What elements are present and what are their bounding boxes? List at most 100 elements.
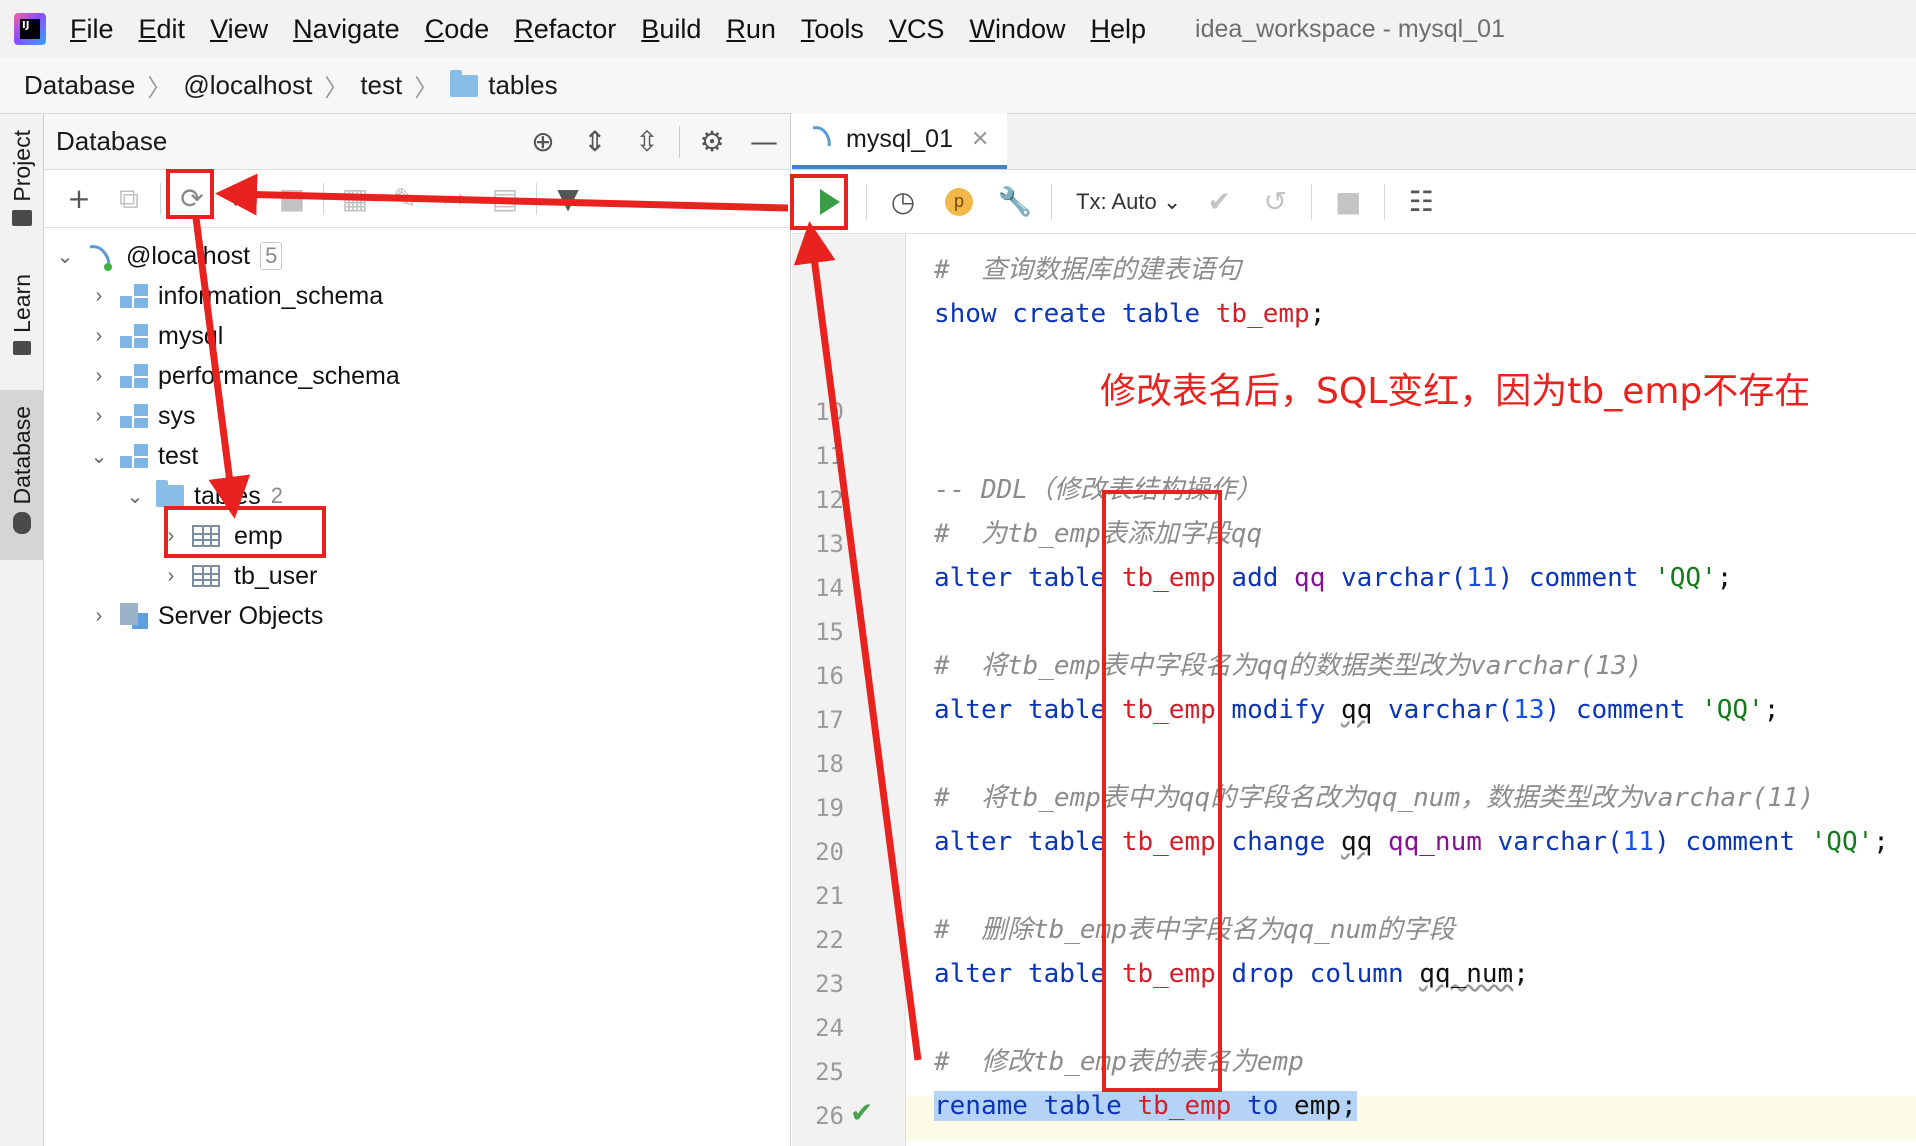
line-number: 12 (815, 486, 844, 514)
tab-database[interactable]: Database (0, 390, 44, 560)
run-button[interactable] (802, 178, 858, 226)
chevron-right-icon[interactable]: › (88, 605, 110, 628)
code-token: tb_emp (1121, 695, 1216, 725)
breadcrumb-database[interactable]: Database (24, 70, 135, 101)
database-panel: Database ⊕ ⇕ ⇳ ⚙ — + ⧉ ⟳ ✕ ■ ▦ ✎ ➦ ▤ ▼ ⌄… (44, 114, 791, 1146)
window-title: idea_workspace - mysql_01 (1195, 14, 1505, 43)
separator (866, 183, 867, 220)
menu-build[interactable]: Build (641, 14, 701, 45)
line-number: 14 (815, 574, 844, 602)
code-token: 'QQ' (1701, 695, 1764, 725)
tree-node-localhost[interactable]: ⌄ @localhost 5 (54, 236, 283, 276)
tab-label: mysql_01 (846, 124, 953, 153)
tab-learn[interactable]: Learn (0, 274, 44, 374)
code-token: ; (1513, 959, 1529, 989)
menu-window[interactable]: Window (969, 14, 1065, 45)
menu-vcs[interactable]: VCS (889, 14, 945, 45)
tree-node-table-emp[interactable]: › emp (160, 516, 283, 556)
chevron-down-icon[interactable]: ⌄ (124, 484, 146, 509)
code-comment: # 为tb_emp表添加字段qq (934, 519, 1263, 549)
tree-node-schema[interactable]: › mysql (88, 316, 224, 356)
wrench-icon[interactable]: 🔧 (987, 178, 1043, 226)
history-icon[interactable]: ◷ (875, 178, 931, 226)
jump-icon[interactable]: ➦ (430, 177, 480, 221)
minimize-icon[interactable]: — (738, 122, 790, 162)
breadcrumb-localhost[interactable]: @localhost (183, 70, 312, 101)
code-line: alter table tb_emp modify qq varchar(13)… (934, 688, 1779, 732)
tree-node-table-label: tb_user (234, 561, 318, 590)
tree-node-schema[interactable]: › information_schema (88, 276, 383, 316)
crosshair-icon[interactable]: ⊕ (517, 122, 569, 162)
commit-icon[interactable]: ✔ (1191, 178, 1247, 226)
transaction-mode-dropdown[interactable]: Tx: Auto ⌄ (1076, 189, 1181, 215)
line-number: 26 (815, 1102, 844, 1130)
tree-node-schema[interactable]: › sys (88, 396, 196, 436)
table-icon[interactable]: ▦ (330, 177, 380, 221)
table-icon (192, 565, 220, 587)
console-icon[interactable]: ▤ (480, 177, 530, 221)
menu-navigate[interactable]: Navigate (293, 14, 400, 45)
refresh-icon[interactable]: ⟳ (167, 177, 217, 221)
breadcrumb-test[interactable]: test (360, 70, 402, 101)
code-token: varchar( (1481, 827, 1623, 857)
chevron-right-icon: 〉 (324, 75, 349, 102)
code-token: ; (1309, 299, 1326, 329)
code-token: to (1231, 1091, 1295, 1121)
stop-icon[interactable]: ■ (1320, 178, 1376, 226)
filter-icon[interactable]: ▼ (543, 177, 593, 221)
code-token: tb_emp (1121, 563, 1216, 593)
code-token: show create table (934, 299, 1216, 329)
chevron-right-icon[interactable]: › (88, 405, 110, 428)
gear-icon[interactable]: ⚙ (686, 122, 738, 162)
chevron-right-icon[interactable]: › (88, 325, 110, 348)
code-token: alter table (934, 695, 1122, 725)
database-panel-header: Database ⊕ ⇕ ⇳ ⚙ — (44, 114, 790, 170)
line-number: 11 (815, 442, 844, 470)
tab-project[interactable]: Project (0, 130, 44, 250)
tree-node-server-objects[interactable]: › Server Objects (88, 596, 324, 636)
separator (1051, 183, 1052, 220)
chevron-right-icon[interactable]: › (160, 565, 182, 588)
tree-node-table-label: emp (234, 521, 283, 550)
menu-run[interactable]: Run (726, 14, 776, 45)
chevron-down-icon[interactable]: ⌄ (88, 444, 110, 469)
tab-mysql-01[interactable]: mysql_01 ✕ (792, 113, 1008, 169)
tree-node-schema-test[interactable]: ⌄ test (88, 436, 199, 476)
tree-node-schema[interactable]: › performance_schema (88, 356, 400, 396)
breadcrumb-tables[interactable]: tables (450, 69, 558, 101)
results-layout-icon[interactable]: ☷ (1393, 178, 1449, 226)
menu-view[interactable]: View (210, 14, 268, 45)
expand-all-icon[interactable]: ⇕ (569, 122, 621, 162)
chevron-right-icon[interactable]: › (88, 285, 110, 308)
copy-icon[interactable]: ⧉ (104, 177, 154, 221)
line-number: 25 (815, 1058, 844, 1086)
menu-refactor[interactable]: Refactor (514, 14, 616, 45)
code-token: tb_emp (1137, 1091, 1232, 1121)
menu-file[interactable]: File (70, 14, 114, 45)
chevron-right-icon[interactable]: › (88, 365, 110, 388)
menu-edit[interactable]: Edit (139, 14, 186, 45)
tree-node-table-tb-user[interactable]: › tb_user (160, 556, 318, 596)
collapse-all-icon[interactable]: ⇳ (621, 122, 673, 162)
code-token: ) comment (1544, 695, 1702, 725)
close-icon[interactable]: ✕ (971, 126, 989, 152)
edit-icon[interactable]: ✎ (380, 177, 430, 221)
tools-icon[interactable]: ✕ (217, 177, 267, 221)
code-token: tb_emp (1121, 827, 1216, 857)
chevron-right-icon[interactable]: › (160, 525, 182, 548)
stop-icon[interactable]: ■ (267, 177, 317, 221)
profile-button[interactable]: p (931, 178, 987, 226)
code-token: qq (1341, 827, 1373, 857)
schema-count-badge: 5 (260, 242, 283, 270)
code-token: add (1215, 563, 1295, 593)
code-token: 13 (1513, 695, 1545, 725)
add-icon[interactable]: + (54, 177, 104, 221)
code-line: alter table tb_emp change qq qq_num varc… (934, 820, 1889, 864)
rollback-icon[interactable]: ↺ (1247, 178, 1303, 226)
database-panel-title: Database (56, 126, 168, 156)
menu-help[interactable]: Help (1090, 14, 1146, 45)
menu-tools[interactable]: Tools (801, 14, 864, 45)
tree-node-tables-folder[interactable]: ⌄ tables 2 (124, 476, 283, 516)
chevron-down-icon[interactable]: ⌄ (54, 244, 76, 269)
menu-code[interactable]: Code (425, 14, 490, 45)
